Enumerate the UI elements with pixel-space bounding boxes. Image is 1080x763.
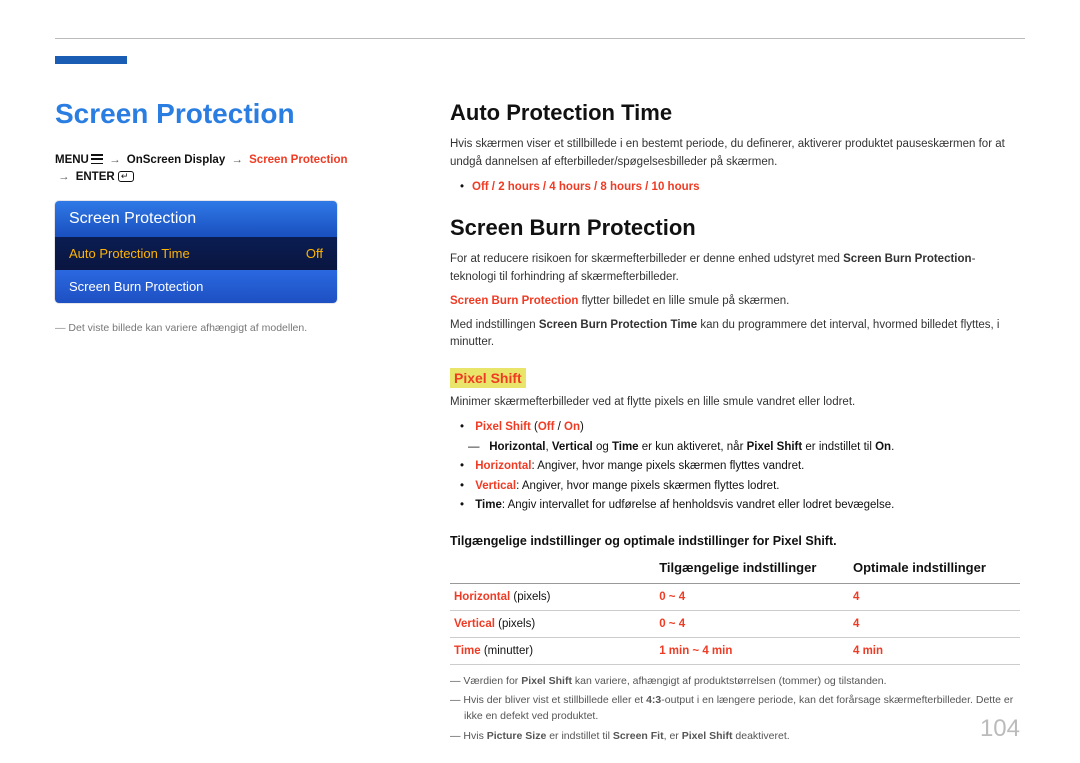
option-vertical: Vertical: Angiver, hvor mange pixels skæ…	[472, 477, 1020, 497]
arrow-icon: →	[55, 171, 73, 183]
pixel-shift-options: Pixel Shift (Off / On) Horizontal, Verti…	[450, 418, 1020, 516]
cell-optimal: 4	[849, 583, 1020, 610]
th-available: Tilgængelige indstillinger	[655, 554, 849, 584]
pixel-shift-heading: Pixel Shift	[450, 368, 526, 388]
screen-burn-p2: Screen Burn Protection flytter billedet …	[450, 293, 1020, 311]
cell-available: 0 ~ 4	[655, 583, 849, 610]
cell-optimal: 4 min	[849, 637, 1020, 664]
option-horizontal: Horizontal: Angiver, hvor mange pixels s…	[472, 457, 1020, 477]
pixel-shift-desc: Minimer skærmefterbilleder ved at flytte…	[450, 394, 1020, 412]
cell-label: Horizontal (pixels)	[450, 583, 655, 610]
note-item: Værdien for Pixel Shift kan variere, afh…	[450, 673, 1020, 689]
table-row: Time (minutter) 1 min ~ 4 min 4 min	[450, 637, 1020, 664]
screen-burn-heading: Screen Burn Protection	[450, 215, 1020, 241]
pixel-shift-table: Tilgængelige indstillinger Optimale inds…	[450, 554, 1020, 665]
arrow-icon: →	[228, 154, 246, 166]
table-row: Horizontal (pixels) 0 ~ 4 4	[450, 583, 1020, 610]
note-item: Hvis Picture Size er indstillet til Scre…	[450, 728, 1020, 744]
screen-burn-p3: Med indstillingen Screen Burn Protection…	[450, 317, 1020, 353]
table-row: Vertical (pixels) 0 ~ 4 4	[450, 610, 1020, 637]
image-disclaimer: Det viste billede kan variere afhængigt …	[55, 321, 360, 336]
option-row: Off / 2 hours / 4 hours / 8 hours / 10 h…	[472, 178, 1020, 198]
osd-header: Screen Protection	[55, 201, 337, 237]
osd-row-label: Screen Burn Protection	[69, 279, 203, 294]
breadcrumb-step-2: Screen Protection	[249, 154, 347, 166]
right-column: Auto Protection Time Hvis skærmen viser …	[450, 100, 1020, 747]
cell-available: 1 min ~ 4 min	[655, 637, 849, 664]
screen-burn-p1: For at reducere risikoen for skærmefterb…	[450, 251, 1020, 287]
th-empty	[450, 554, 655, 584]
auto-protection-heading: Auto Protection Time	[450, 100, 1020, 126]
option-time: Time: Angiv intervallet for udførelse af…	[472, 496, 1020, 516]
option-pixel-shift: Pixel Shift (Off / On)	[472, 418, 1020, 438]
note-item: Hvis der bliver vist et stillbillede ell…	[450, 692, 1020, 725]
menu-label: MENU	[55, 154, 89, 166]
cell-label: Time (minutter)	[450, 637, 655, 664]
enter-icon	[118, 171, 134, 182]
auto-protection-desc: Hvis skærmen viser et stillbillede i en …	[450, 136, 1020, 172]
osd-row-auto-protection: Auto Protection Time Off	[55, 237, 337, 270]
table-header-row: Tilgængelige indstillinger Optimale inds…	[450, 554, 1020, 584]
th-optimal: Optimale indstillinger	[849, 554, 1020, 584]
arrow-icon: →	[106, 154, 124, 166]
page-number: 104	[980, 715, 1020, 743]
pixel-shift-table-caption: Tilgængelige indstillinger og optimale i…	[450, 534, 1020, 548]
enter-label: ENTER	[76, 171, 115, 183]
accent-bar	[55, 56, 127, 64]
osd-row-label: Auto Protection Time	[69, 246, 190, 261]
breadcrumb-step-1: OnScreen Display	[127, 154, 225, 166]
osd-row-screen-burn: Screen Burn Protection	[55, 270, 337, 303]
option-note: Horizontal, Vertical og Time er kun akti…	[486, 438, 1020, 458]
page-top-rule	[55, 38, 1025, 39]
osd-preview: Screen Protection Auto Protection Time O…	[55, 201, 337, 303]
pixel-shift-notes: Værdien for Pixel Shift kan variere, afh…	[450, 673, 1020, 744]
osd-row-value: Off	[306, 246, 323, 261]
page-title: Screen Protection	[55, 98, 360, 130]
cell-label: Vertical (pixels)	[450, 610, 655, 637]
cell-optimal: 4	[849, 610, 1020, 637]
auto-protection-options: Off / 2 hours / 4 hours / 8 hours / 10 h…	[450, 178, 1020, 198]
breadcrumb: MENU → OnScreen Display → Screen Protect…	[55, 152, 360, 187]
menu-icon	[91, 154, 103, 164]
left-column: Screen Protection MENU → OnScreen Displa…	[55, 98, 360, 335]
cell-available: 0 ~ 4	[655, 610, 849, 637]
